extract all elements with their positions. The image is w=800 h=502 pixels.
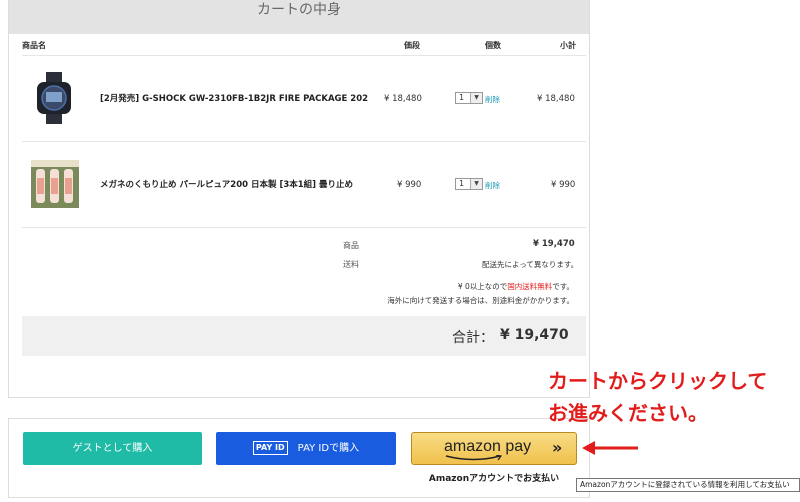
guest-purchase-button[interactable]: ゲストとして購入 — [23, 432, 202, 465]
product-subtotal: ¥ 990 — [551, 180, 576, 190]
delete-link[interactable]: 削除 — [485, 94, 500, 105]
arrow-left-icon — [582, 441, 638, 455]
double-chevron-right-icon: » — [552, 438, 563, 457]
product-subtotal: ¥ 18,480 — [537, 94, 575, 104]
product-price: ¥ 990 — [397, 180, 422, 190]
instruction-annotation-line1: カートからクリックして — [548, 369, 768, 393]
overseas-shipping-note: 海外に向けて発送する場合は、別途料金がかかります。 — [387, 296, 574, 305]
cart-title: カートの中身 — [9, 0, 589, 34]
divider — [22, 55, 586, 56]
free-shipping-note: ¥ 0以上なので国内送料無料です。 — [457, 282, 574, 291]
amazon-pay-logo: amazon pay — [444, 438, 532, 455]
amazon-pay-tooltip: Amazonアカウントに登録されている情報を利用してお支払い — [576, 478, 800, 492]
total-label: 合計： — [452, 330, 494, 346]
shipping-value: 配送先によって異なります。 — [482, 260, 579, 269]
amazon-pay-button[interactable]: amazon pay » — [411, 432, 577, 465]
instruction-annotation-line2: お進みください。 — [548, 401, 708, 425]
quantity-select[interactable]: 1 ▼ — [455, 178, 483, 190]
delete-link[interactable]: 削除 — [485, 180, 500, 191]
amazon-smile-icon — [445, 455, 503, 461]
watch-image[interactable] — [34, 72, 74, 124]
column-header-subtotal: 小計 — [560, 41, 576, 50]
product-price: ¥ 18,480 — [384, 94, 422, 104]
free-shipping-highlight: 国内送料無料 — [507, 282, 553, 291]
product-name[interactable]: [2月発売] G-SHOCK GW-2310FB-1B2JR FIRE PACK… — [100, 92, 370, 104]
products-total-value: ¥ 19,470 — [533, 239, 575, 249]
quantity-select[interactable]: 1 ▼ — [455, 92, 483, 104]
divider — [22, 227, 586, 228]
column-header-qty: 個数 — [485, 41, 501, 50]
total-value: ¥ 19,470 — [500, 327, 569, 343]
chevron-down-icon: ▼ — [470, 93, 482, 103]
amazon-pay-caption: Amazonアカウントでお支払い — [428, 474, 560, 484]
column-header-price: 価段 — [404, 41, 420, 50]
chevron-down-icon: ▼ — [470, 179, 482, 189]
antifog-bottles-image[interactable] — [31, 160, 79, 208]
products-total-label: 商品 — [343, 241, 359, 250]
payid-logo: PAY ID — [252, 441, 288, 455]
column-header-name: 商品名 — [22, 41, 46, 50]
shipping-label: 送料 — [343, 260, 359, 269]
divider — [22, 141, 586, 142]
product-name[interactable]: メガネのくもり止め パールピュア200 日本製 [3本1組] 曇り止め — [100, 178, 370, 190]
payid-purchase-button[interactable]: PAY ID PAY IDで購入 — [216, 432, 396, 465]
